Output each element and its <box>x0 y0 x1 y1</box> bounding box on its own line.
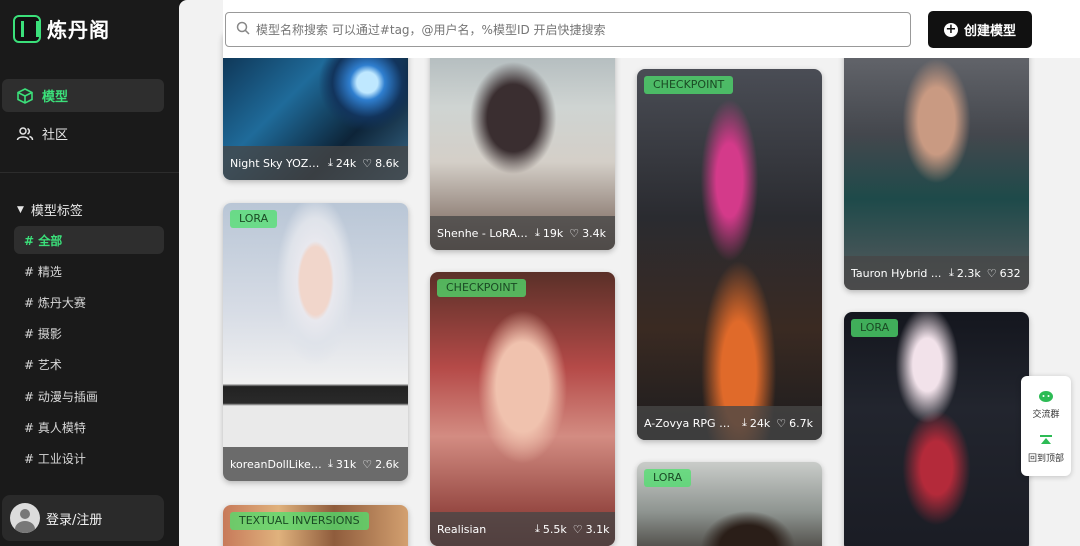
model-card[interactable]: CHECKPOINT A-Zovya RPG Ar... ⤓ 24k ♡ 6.7k <box>637 69 822 440</box>
tag-item-contest[interactable]: # 炼丹大赛 <box>14 288 164 316</box>
likes: ♡ 3.4k <box>569 226 606 240</box>
create-model-label: 创建模型 <box>963 24 1016 39</box>
model-card[interactable]: Shenhe - LoRA ... ⤓ 19k ♡ 3.4k <box>430 30 615 250</box>
search-box[interactable] <box>225 12 911 47</box>
cube-icon <box>16 87 34 105</box>
card-footer: Shenhe - LoRA ... ⤓ 19k ♡ 3.4k <box>430 216 615 250</box>
downloads: ⤓ 5.5k <box>535 522 567 536</box>
create-model-button[interactable]: + 创建模型 <box>928 11 1032 48</box>
downloads: ⤓ 19k <box>535 226 564 240</box>
download-count: 24k <box>749 416 771 430</box>
download-count: 24k <box>335 156 357 170</box>
likes: ♡ 2.6k <box>362 457 399 471</box>
arrow-up-icon <box>1040 435 1052 444</box>
main-content: Night Sky YOZO... ⤓ 24k ♡ 8.6k LORA korean… <box>179 0 1080 546</box>
download-count: 31k <box>335 457 357 471</box>
card-footer: koreanDollLiken... ⤓ 31k ♡ 2.6k <box>223 447 408 481</box>
tag-item-all[interactable]: # 全部 <box>14 226 164 254</box>
like-count: 2.6k <box>375 457 399 471</box>
downloads: ⤓ 2.3k <box>949 266 981 280</box>
model-card[interactable]: LORA <box>637 462 822 546</box>
tags-header-label: 模型标签 <box>30 204 83 219</box>
likes: ♡ 3.1k <box>572 522 610 536</box>
card-image <box>844 312 1029 546</box>
like-count: 6.7k <box>789 416 813 430</box>
tag-item-featured[interactable]: # 精选 <box>14 257 164 285</box>
logo-text: 炼丹阁 <box>47 18 110 42</box>
tag-item-photography[interactable]: # 摄影 <box>14 319 164 347</box>
nav-item-label: 模型 <box>42 90 69 105</box>
card-image <box>637 69 822 440</box>
nav-item-models[interactable]: 模型 <box>2 79 164 112</box>
tag-item-real-models[interactable]: # 真人模特 <box>14 413 164 441</box>
model-card[interactable]: TEXTUAL INVERSIONS <box>223 505 408 546</box>
badge: LORA <box>644 469 692 487</box>
card-title: koreanDollLiken... <box>230 457 322 471</box>
avatar-icon <box>10 503 40 533</box>
model-card[interactable]: CHECKPOINT Realisian ⤓ 5.5k ♡ 3.1k <box>430 272 615 546</box>
card-title: Realisian <box>437 522 487 536</box>
nav-item-label: 社区 <box>42 128 69 143</box>
card-title: A-Zovya RPG Ar... <box>644 416 736 430</box>
card-footer: A-Zovya RPG Ar... ⤓ 24k ♡ 6.7k <box>637 406 822 440</box>
download-count: 19k <box>542 226 564 240</box>
users-icon <box>16 125 34 143</box>
card-image <box>430 272 615 546</box>
sidebar: 炼丹阁 模型 社区 ▼ 模型标签 # 全部 # 精选 # 炼丹大赛 # 摄影 #… <box>0 0 179 546</box>
downloads: ⤓ 31k <box>328 457 357 471</box>
divider <box>0 172 179 173</box>
like-count: 8.6k <box>375 156 399 170</box>
wechat-icon <box>1039 391 1053 402</box>
like-count: 632 <box>999 266 1021 280</box>
logo-icon <box>13 14 41 43</box>
card-title: Tauron Hybrid ... <box>851 266 942 280</box>
card-footer: Night Sky YOZO... ⤓ 24k ♡ 8.6k <box>223 146 408 180</box>
tag-item-anime[interactable]: # 动漫与插画 <box>14 382 164 410</box>
caret-down-icon: ▼ <box>17 204 24 215</box>
login-label: 登录/注册 <box>46 512 103 528</box>
card-title: Shenhe - LoRA ... <box>437 226 529 240</box>
logo[interactable]: 炼丹阁 <box>13 14 110 43</box>
tag-item-art[interactable]: # 艺术 <box>14 350 164 378</box>
likes: ♡ 6.7k <box>776 416 813 430</box>
downloads: ⤓ 24k <box>742 416 771 430</box>
search-input[interactable] <box>256 22 896 37</box>
login-button[interactable]: 登录/注册 <box>2 495 164 541</box>
card-title: Night Sky YOZO... <box>230 156 322 170</box>
likes: ♡ 8.6k <box>362 156 399 170</box>
nav-item-community[interactable]: 社区 <box>2 117 164 150</box>
chat-group-button[interactable]: 交流群 <box>1021 390 1071 420</box>
badge: LORA <box>230 210 278 228</box>
likes: ♡ 632 <box>986 266 1021 280</box>
floating-panel: 交流群 回到顶部 <box>1021 376 1071 476</box>
card-image <box>844 30 1029 290</box>
back-to-top-button[interactable]: 回到顶部 <box>1021 434 1071 464</box>
tags-header[interactable]: ▼ 模型标签 <box>17 200 83 219</box>
model-card[interactable]: LORA koreanDollLiken... ⤓ 31k ♡ 2.6k <box>223 203 408 481</box>
search-icon <box>236 21 250 38</box>
download-count: 2.3k <box>956 266 981 280</box>
like-count: 3.1k <box>585 522 610 536</box>
card-footer: Tauron Hybrid ... ⤓ 2.3k ♡ 632 <box>844 256 1029 290</box>
badge: TEXTUAL INVERSIONS <box>230 512 369 530</box>
download-count: 5.5k <box>542 522 567 536</box>
tag-item-industrial[interactable]: # 工业设计 <box>14 444 164 472</box>
badge: CHECKPOINT <box>644 76 734 94</box>
model-card[interactable]: LORA <box>844 312 1029 546</box>
badge: LORA <box>851 319 899 337</box>
like-count: 3.4k <box>582 226 606 240</box>
card-image <box>223 203 408 481</box>
plus-icon: + <box>943 21 958 37</box>
badge: CHECKPOINT <box>437 279 527 297</box>
top-bar: + 创建模型 <box>223 0 1080 58</box>
card-footer: Realisian ⤓ 5.5k ♡ 3.1k <box>430 512 615 546</box>
downloads: ⤓ 24k <box>328 156 357 170</box>
back-to-top-label: 回到顶部 <box>1027 454 1064 464</box>
chat-group-label: 交流群 <box>1032 410 1060 420</box>
model-card[interactable]: Tauron Hybrid ... ⤓ 2.3k ♡ 632 <box>844 30 1029 290</box>
